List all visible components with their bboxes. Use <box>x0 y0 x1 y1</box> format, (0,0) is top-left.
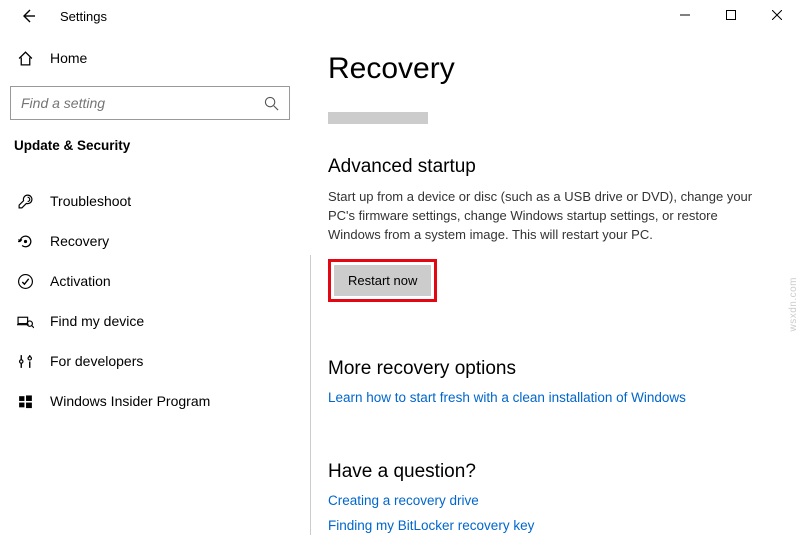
maximize-button[interactable] <box>708 0 754 30</box>
close-button[interactable] <box>754 0 800 30</box>
home-icon <box>14 50 36 67</box>
category-heading: Update & Security <box>10 138 290 153</box>
nav-label: Troubleshoot <box>50 193 131 209</box>
nav-for-developers[interactable]: For developers <box>10 341 290 381</box>
start-fresh-link[interactable]: Learn how to start fresh with a clean in… <box>328 390 770 405</box>
search-box[interactable] <box>10 86 290 120</box>
home-label: Home <box>50 50 87 66</box>
search-icon <box>264 96 279 111</box>
nav-recovery[interactable]: Recovery <box>10 221 290 261</box>
nav-activation[interactable]: Activation <box>10 261 290 301</box>
more-recovery-heading: More recovery options <box>328 358 770 380</box>
insider-icon <box>14 393 36 410</box>
nav-label: Activation <box>50 273 111 289</box>
bitlocker-key-link[interactable]: Finding my BitLocker recovery key <box>328 518 770 533</box>
have-question-heading: Have a question? <box>328 461 770 483</box>
main-content: Recovery Advanced startup Start up from … <box>300 32 800 554</box>
highlight-box: Restart now <box>328 259 437 302</box>
recovery-drive-link[interactable]: Creating a recovery drive <box>328 493 770 508</box>
close-icon <box>772 10 782 20</box>
advanced-startup-desc: Start up from a device or disc (such as … <box>328 188 758 245</box>
minimize-button[interactable] <box>662 0 708 30</box>
window-title: Settings <box>60 9 107 24</box>
truncated-button[interactable] <box>328 112 428 124</box>
nav-label: For developers <box>50 353 143 369</box>
home-nav[interactable]: Home <box>10 40 290 76</box>
minimize-icon <box>680 10 690 20</box>
window-controls <box>662 0 800 30</box>
search-input[interactable] <box>21 95 264 111</box>
advanced-startup-heading: Advanced startup <box>328 156 770 178</box>
nav-list: Troubleshoot Recovery Activation Find my… <box>10 181 290 421</box>
troubleshoot-icon <box>14 193 36 210</box>
developers-icon <box>14 353 36 370</box>
nav-troubleshoot[interactable]: Troubleshoot <box>10 181 290 221</box>
find-device-icon <box>14 313 36 330</box>
nav-insider-program[interactable]: Windows Insider Program <box>10 381 290 421</box>
watermark: wsxdn.com <box>789 277 800 332</box>
arrow-left-icon <box>20 8 36 24</box>
maximize-icon <box>726 10 736 20</box>
recovery-icon <box>14 233 36 250</box>
page-title: Recovery <box>328 52 770 86</box>
activation-icon <box>14 273 36 290</box>
nav-find-my-device[interactable]: Find my device <box>10 301 290 341</box>
restart-now-button[interactable]: Restart now <box>334 265 431 296</box>
nav-label: Find my device <box>50 313 144 329</box>
back-button[interactable] <box>14 2 42 30</box>
nav-label: Recovery <box>50 233 109 249</box>
sidebar: Home Update & Security Troubleshoot Reco… <box>0 32 300 554</box>
nav-label: Windows Insider Program <box>50 393 210 409</box>
